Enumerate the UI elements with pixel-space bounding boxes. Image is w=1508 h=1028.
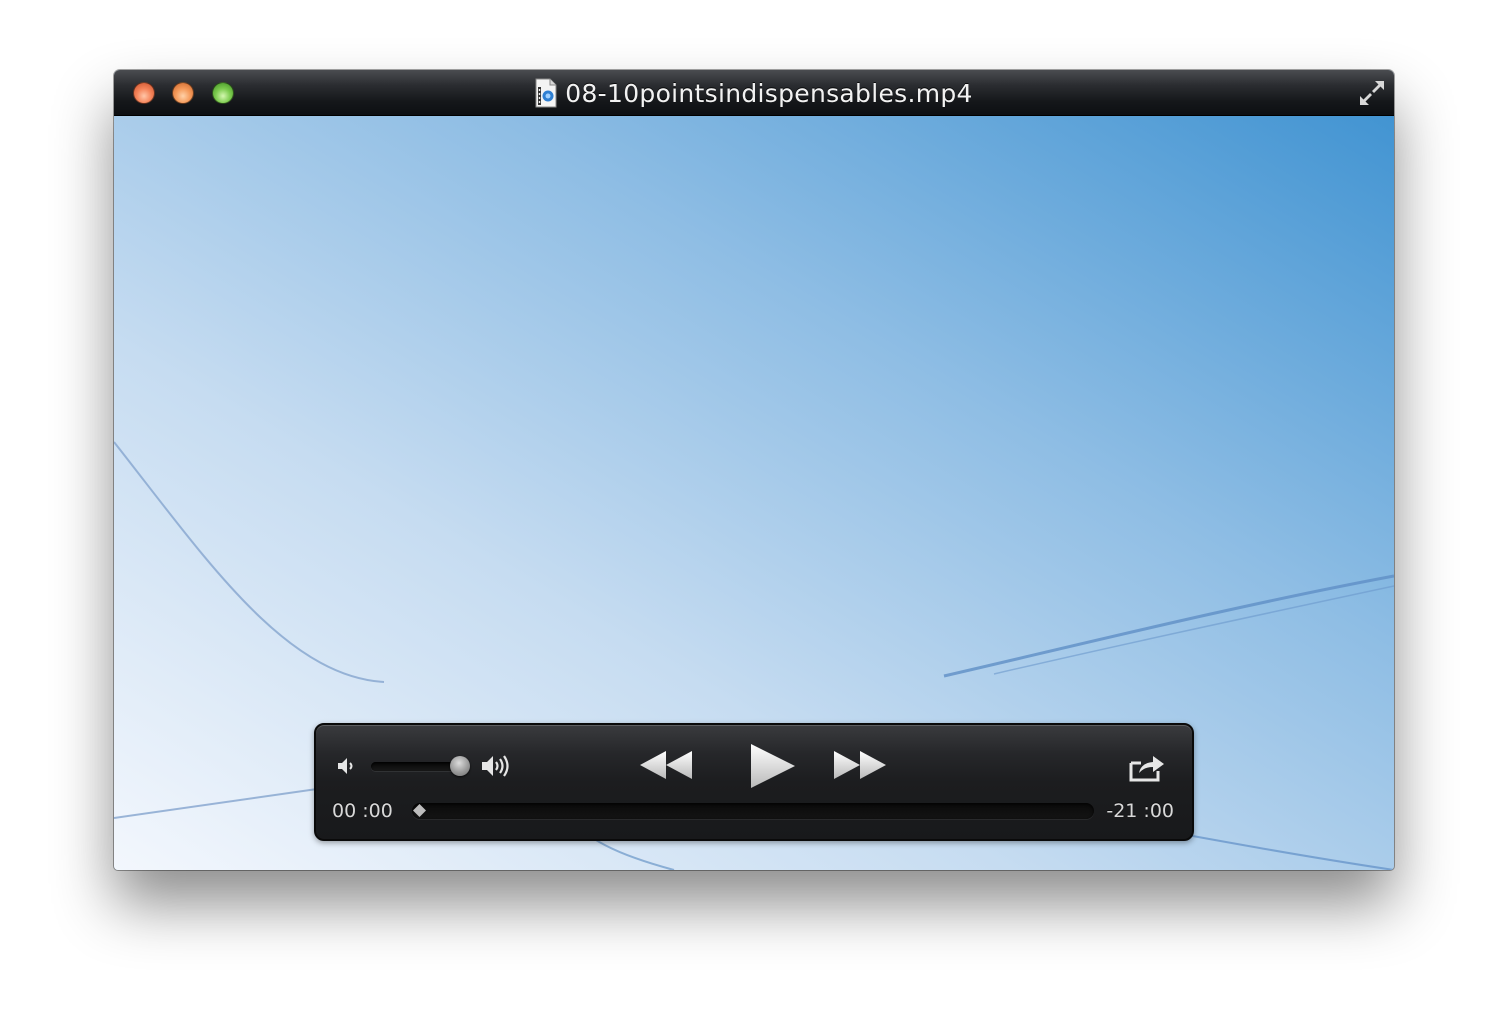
speaker-low-icon[interactable] — [336, 755, 358, 777]
scrubber-track[interactable] — [412, 803, 1094, 819]
volume-knob[interactable] — [450, 756, 470, 776]
play-icon[interactable] — [747, 742, 797, 790]
playhead-diamond-icon[interactable] — [413, 804, 426, 817]
fullscreen-arrows-icon[interactable] — [1356, 77, 1388, 109]
share-icon[interactable] — [1128, 751, 1166, 783]
movie-file-icon[interactable] — [535, 78, 557, 108]
playback-controller: 00 :00 -21 :00 — [314, 723, 1194, 841]
window-title-group: 08-10pointsindispensables.mp4 — [114, 70, 1394, 116]
player-window: 00 :00 -21 :00 08-10pointsindispensables… — [114, 70, 1394, 870]
fast-forward-icon[interactable] — [832, 749, 888, 781]
speaker-high-icon[interactable] — [480, 751, 512, 781]
rewind-icon[interactable] — [638, 749, 694, 781]
elapsed-time: 00 :00 — [332, 800, 393, 822]
title-bar[interactable]: 08-10pointsindispensables.mp4 — [114, 70, 1394, 116]
remaining-time: -21 :00 — [1106, 800, 1174, 822]
window-title: 08-10pointsindispensables.mp4 — [565, 78, 973, 108]
video-frame[interactable]: 00 :00 -21 :00 — [114, 116, 1394, 870]
